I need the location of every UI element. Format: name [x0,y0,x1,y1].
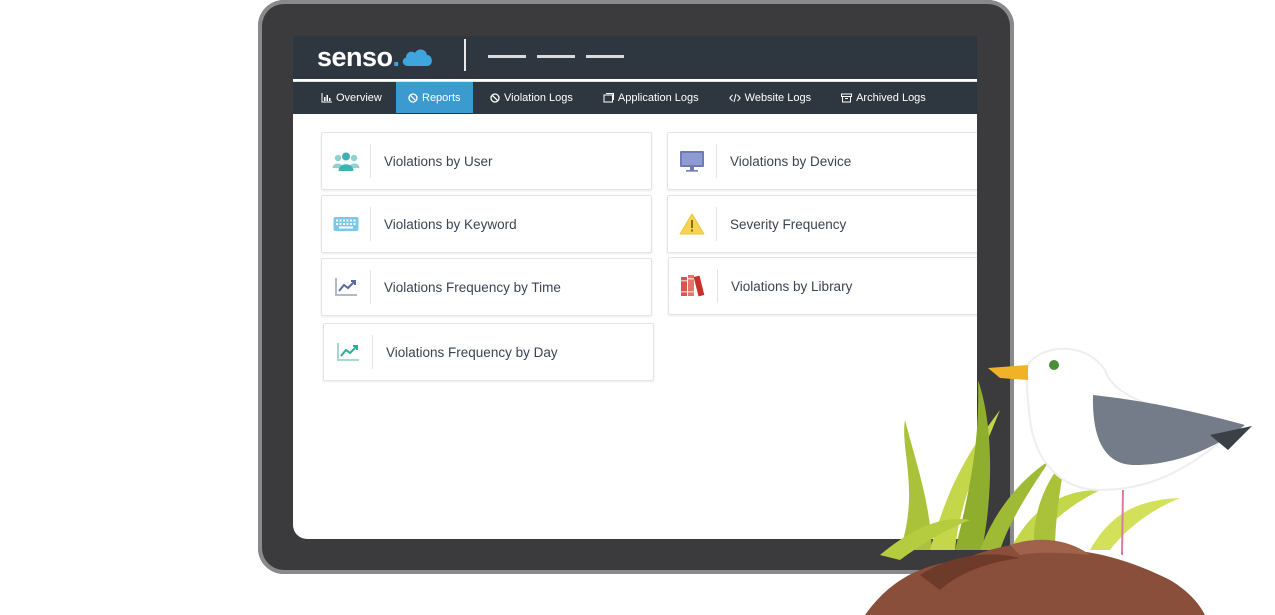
trend-chart-icon [335,278,357,296]
tab-reports[interactable]: Reports [396,82,473,113]
seagull-illustration [865,347,1252,615]
placeholder-dash [488,55,526,58]
logo-text: senso [317,41,393,72]
report-label: Violations by Library [731,278,853,294]
books-icon [681,275,705,297]
main-nav: Overview Reports Violation Logs Applicat… [293,81,977,114]
window-icon [603,92,614,102]
report-label: Severity Frequency [730,216,847,232]
cloud-icon [402,49,432,66]
report-label: Violations by User [384,153,493,169]
report-card-violations-by-device[interactable]: Violations by Device [667,132,977,190]
placeholder-dash [586,55,624,58]
tab-website-logs[interactable]: Website Logs [711,82,823,113]
users-icon [332,152,360,171]
report-label: Violations Frequency by Day [386,344,558,360]
report-label: Violations by Device [730,153,852,169]
ban-icon [408,92,418,103]
tab-label: Violation Logs [504,91,573,104]
report-card-severity-frequency[interactable]: Severity Frequency [667,195,977,253]
tab-application-logs[interactable]: Application Logs [585,82,711,113]
senso-logo[interactable]: senso. [317,38,434,76]
report-card-violations-frequency-by-time[interactable]: Violations Frequency by Time [321,258,652,316]
tab-label: Website Logs [744,91,812,104]
archive-icon [841,93,853,102]
report-card-violations-by-library[interactable]: Violations by Library [668,257,977,315]
header-divider [464,39,466,71]
tab-overview[interactable]: Overview [293,82,396,113]
warning-icon [679,213,705,235]
tab-archived-logs[interactable]: Archived Logs [823,82,938,113]
report-card-violations-frequency-by-day[interactable]: Violations Frequency by Day [323,323,654,381]
dirt-mound-icon [865,539,1205,615]
tab-label: Overview [336,91,382,104]
ban-icon [490,92,500,103]
logo-dot: . [392,41,401,72]
monitor-icon [680,151,704,172]
app-header: senso. [293,36,977,79]
bar-chart-icon [321,92,332,102]
tab-label: Application Logs [617,91,699,104]
code-icon [728,93,741,102]
report-label: Violations by Keyword [384,216,517,232]
report-card-violations-by-user[interactable]: Violations by User [321,132,652,190]
report-label: Violations Frequency by Time [384,279,561,295]
keyboard-icon [333,217,359,231]
tab-label: Reports [422,91,461,104]
report-card-violations-by-keyword[interactable]: Violations by Keyword [321,195,652,253]
trend-chart-icon [337,343,359,361]
placeholder-dash [537,55,575,58]
tab-label: Archived Logs [856,91,926,104]
tab-violation-logs[interactable]: Violation Logs [473,82,585,113]
